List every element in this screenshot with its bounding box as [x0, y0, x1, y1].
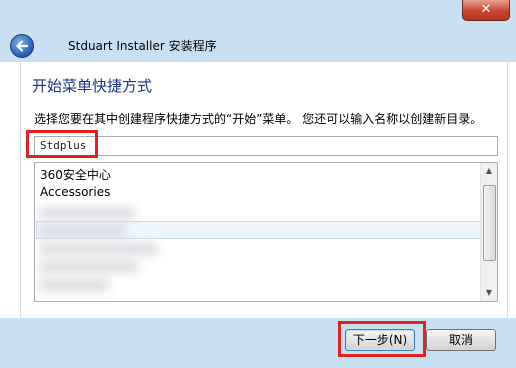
- page-heading: 开始菜单快捷方式: [32, 77, 153, 95]
- obscured-list-item: [39, 207, 135, 219]
- installer-title: Stduart Installer 安装程序: [68, 39, 217, 53]
- cancel-button[interactable]: 取消: [426, 329, 496, 351]
- input-highlight-box: [26, 130, 98, 158]
- back-button[interactable]: [10, 34, 34, 58]
- next-button-highlight-box: [338, 321, 426, 357]
- list-item[interactable]: 360安全中心: [40, 166, 111, 183]
- page-instruction: 选择您要在其中创建程序快捷方式的“开始”菜单。 您还可以输入名称以创建新目录。: [34, 112, 483, 126]
- obscured-list-item: [39, 225, 125, 237]
- start-menu-folder-list[interactable]: 360安全中心 Accessories ▲ ▼: [34, 162, 498, 302]
- scroll-down-icon[interactable]: ▼: [481, 285, 497, 301]
- list-item[interactable]: Accessories: [40, 185, 110, 199]
- obscured-list-item: [39, 261, 139, 273]
- scroll-thumb[interactable]: [483, 185, 496, 261]
- scroll-up-icon[interactable]: ▲: [481, 163, 497, 179]
- close-icon: ✕: [480, 2, 492, 17]
- window-titlebar: ✕: [0, 0, 516, 28]
- start-menu-folder-input[interactable]: Stdplus: [34, 136, 498, 156]
- obscured-list-item: [39, 279, 109, 291]
- list-scrollbar[interactable]: ▲ ▼: [480, 163, 497, 301]
- close-button[interactable]: ✕: [462, 0, 510, 21]
- obscured-list-item: [39, 243, 159, 255]
- wizard-footer: 下一步(N) 取消: [0, 318, 516, 368]
- back-arrow-icon: [16, 40, 29, 52]
